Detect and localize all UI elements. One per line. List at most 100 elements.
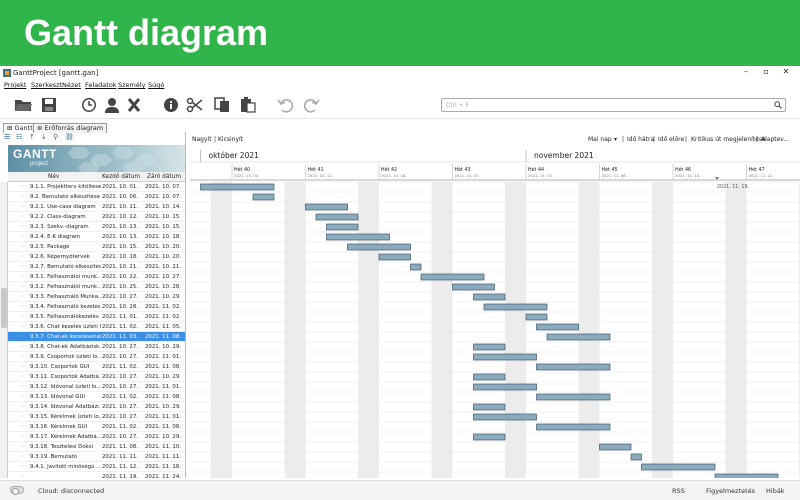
menu-szerkeszt[interactable]: Szerkeszt: [31, 81, 62, 89]
close-button[interactable]: ✕: [776, 67, 796, 76]
table-row[interactable]: ◦ 9.2.6. Képernyőtervek 2021. 10. 18. 2021.…: [8, 252, 185, 262]
task-bullet-icon: ◦: [21, 324, 25, 330]
scrollbar-thumb[interactable]: [1, 288, 7, 328]
menu-sugo[interactable]: Súgó: [148, 81, 164, 89]
menu-szemely[interactable]: Személy: [118, 81, 146, 89]
task-start-cell: 2021. 11. 02.: [102, 324, 139, 330]
time-back-button[interactable]: Idő hátra: [627, 136, 654, 143]
task-bar: [546, 333, 611, 341]
task-bullet-icon: ◦: [21, 464, 25, 470]
table-row[interactable]: ◦ 9.2. Bemutató elkészítése 2021. 10. 06. 2…: [8, 192, 185, 202]
baselines-button[interactable]: Alaptev...: [761, 136, 789, 143]
zoom-in-button[interactable]: Nagyít: [192, 136, 212, 143]
week-date-label: 2021. 11. 08.: [602, 173, 627, 178]
table-row[interactable]: ◦ 9.3.6. Chat kezelés üzleti l... 2021. 11…: [8, 322, 185, 332]
undo-icon[interactable]: [277, 97, 295, 113]
task-bar: [473, 353, 537, 361]
indent-icon[interactable]: ☰: [4, 133, 10, 141]
table-row[interactable]: ◦ 9.3.15. Kérelmek üzleti lo... 2021. 10. …: [8, 412, 185, 422]
table-row[interactable]: ◦ 9.3.2. Felhasználói munk... 2021. 10. 25…: [8, 282, 185, 292]
menu-feladatok[interactable]: Feladatok: [85, 81, 117, 89]
move-up-icon[interactable]: ↑: [29, 133, 35, 141]
week-label: Hét 45: [602, 166, 618, 173]
task-bar: [536, 323, 579, 331]
delete-icon[interactable]: [125, 97, 143, 113]
today-button[interactable]: Mai nap: [588, 136, 612, 143]
table-row[interactable]: ◦ 9.3.17. Kérelmek Adatbá... 2021. 10. 27.…: [8, 432, 185, 442]
task-name-cell: 9.3.3. Felhasználó Munka...: [30, 294, 101, 300]
table-row[interactable]: ◦ 9.2.2. Class-diagram 2021. 10. 12. 2021. …: [8, 212, 185, 222]
cloud-toggle[interactable]: [10, 486, 24, 495]
col-end-header[interactable]: Záró dátum: [147, 174, 181, 180]
table-row[interactable]: ◦ 9.3.10. Csoportok GUI 2021. 11. 02. 2021.…: [8, 362, 185, 372]
table-row[interactable]: ◦ 9.3.7. Chat-ek kezelésének... 2021. 11. …: [8, 332, 185, 342]
info-icon[interactable]: [162, 97, 180, 113]
task-bullet-icon: ◦: [21, 424, 25, 430]
table-row[interactable]: ◦ 9.3.14. Idővonal Adatbázi... 2021. 10. 2…: [8, 402, 185, 412]
task-name-cell: 9.3.9. Csoportok üzleti lo...: [30, 354, 101, 360]
table-row[interactable]: ◦ 9.3.8. Chat-ek Adatbázisk... 2021. 10. 2…: [8, 342, 185, 352]
clock-icon[interactable]: [80, 97, 98, 113]
menu-nezet[interactable]: Nézet: [62, 81, 81, 89]
warnings-link[interactable]: Figyelmeztetés: [706, 487, 755, 495]
task-start-cell: 2021. 11. 11.: [102, 454, 139, 460]
task-tree-toolbar: ☰ ☷ ↑ ↓ ⚲ ⛓: [0, 132, 185, 144]
table-row[interactable]: ◦ 9.3.5. Felhasználókezelés ... 2021. 11. …: [8, 312, 185, 322]
gantt-chart-svg[interactable]: október 2021 november 2021Hét 402021. 10.…: [190, 146, 800, 478]
person-icon[interactable]: [103, 97, 121, 113]
task-bar: [630, 453, 642, 461]
table-row[interactable]: ◦ 9.2.5. Package 2021. 10. 15. 2021. 10. 20…: [8, 242, 185, 252]
task-bullet-icon: ◦: [21, 304, 25, 310]
unlink-icon[interactable]: ⛓: [65, 133, 74, 141]
table-row[interactable]: ◦ 2021. 11. 19. 2021. 11. 24.: [8, 472, 185, 478]
open-folder-icon[interactable]: [14, 97, 32, 113]
save-icon[interactable]: [40, 97, 58, 113]
task-end-cell: 2021. 11. 02.: [145, 314, 182, 320]
task-bar: [599, 443, 632, 451]
chevron-down-icon[interactable]: ▾: [614, 136, 617, 143]
outdent-icon[interactable]: ☷: [16, 133, 22, 141]
redo-icon[interactable]: [302, 97, 320, 113]
task-table-scrollbar[interactable]: [0, 182, 8, 478]
table-row[interactable]: ◦ 9.3.9. Csoportok üzleti lo... 2021. 10. …: [8, 352, 185, 362]
task-name-cell: 9.2.5. Package: [30, 244, 70, 250]
restore-button[interactable]: ▫: [756, 67, 776, 76]
rss-link[interactable]: RSS: [672, 487, 685, 495]
search-input[interactable]: Ctrl + F: [441, 98, 786, 112]
table-row[interactable]: ◦ 9.2.3. Szekv.-diagram 2021. 10. 13. 2021.…: [8, 222, 185, 232]
time-forward-button[interactable]: Idő előre: [658, 136, 684, 143]
link-icon[interactable]: ⚲: [53, 133, 58, 141]
menu-projekt[interactable]: Projekt: [4, 81, 26, 89]
search-icon[interactable]: [774, 101, 782, 109]
table-row[interactable]: ◦ 9.1.1. Projektterv kitöltése 2021. 10. 0…: [8, 182, 185, 192]
copy-icon[interactable]: [213, 97, 231, 113]
task-name-cell: 9.3.10. Csoportok GUI: [30, 364, 90, 370]
table-row[interactable]: ◦ 9.3.19. Bemutató 2021. 11. 11. 2021. 11. …: [8, 452, 185, 462]
task-bar: [473, 413, 537, 421]
task-end-cell: 2021. 10. 07.: [145, 184, 182, 190]
table-row[interactable]: ◦ 9.3.3. Felhasználó Munka... 2021. 10. 27…: [8, 292, 185, 302]
col-name-header[interactable]: Név: [48, 174, 59, 180]
table-row[interactable]: ◦ 9.3.4. Felhasználó kezelés... 2021. 10. …: [8, 302, 185, 312]
col-start-header[interactable]: Kezdő dátum: [102, 174, 140, 180]
move-down-icon[interactable]: ↓: [41, 133, 47, 141]
table-row[interactable]: ◦ 9.3.1. Felhasználói munk... 2021. 10. 22…: [8, 272, 185, 282]
task-name-cell: 9.2.7. Bemutató elkészítése: [30, 264, 101, 270]
errors-link[interactable]: Hibák: [766, 487, 785, 495]
table-row[interactable]: ◦ 9.3.18. Tesztelési Doksi 2021. 11. 08. 20…: [8, 442, 185, 452]
table-row[interactable]: ◦ 9.4.1. Javított minőségű ... 2021. 11. 1…: [8, 462, 185, 472]
table-row[interactable]: ◦ 9.3.12. Idővonal üzleti lo... 2021. 10. …: [8, 382, 185, 392]
task-end-cell: 2021. 11. 08.: [145, 364, 182, 370]
table-row[interactable]: ◦ 9.2.1. Use-case diagram 2021. 10. 11. 202…: [8, 202, 185, 212]
table-row[interactable]: ◦ 9.3.16. Kérelmek GUI 2021. 11. 02. 2021. …: [8, 422, 185, 432]
cut-icon[interactable]: [186, 97, 204, 113]
table-row[interactable]: ◦ 9.3.11. Csoportok Adatbá... 2021. 10. 27…: [8, 372, 185, 382]
weekend-band: [725, 182, 736, 478]
table-row[interactable]: ◦ 9.2.4. E-K diagram 2021. 10. 13. 2021. 10…: [8, 232, 185, 242]
table-row[interactable]: ◦ 9.2.7. Bemutató elkészítése 2021. 10. 21…: [8, 262, 185, 272]
paste-icon[interactable]: [239, 97, 257, 113]
zoom-out-button[interactable]: Kicsinyít: [218, 136, 243, 143]
critical-path-button[interactable]: Kritikus út megjelenítése: [691, 136, 766, 143]
minimize-button[interactable]: –: [736, 67, 756, 76]
table-row[interactable]: ◦ 9.3.13. Idővonal GUI 2021. 11. 02. 2021. …: [8, 392, 185, 402]
